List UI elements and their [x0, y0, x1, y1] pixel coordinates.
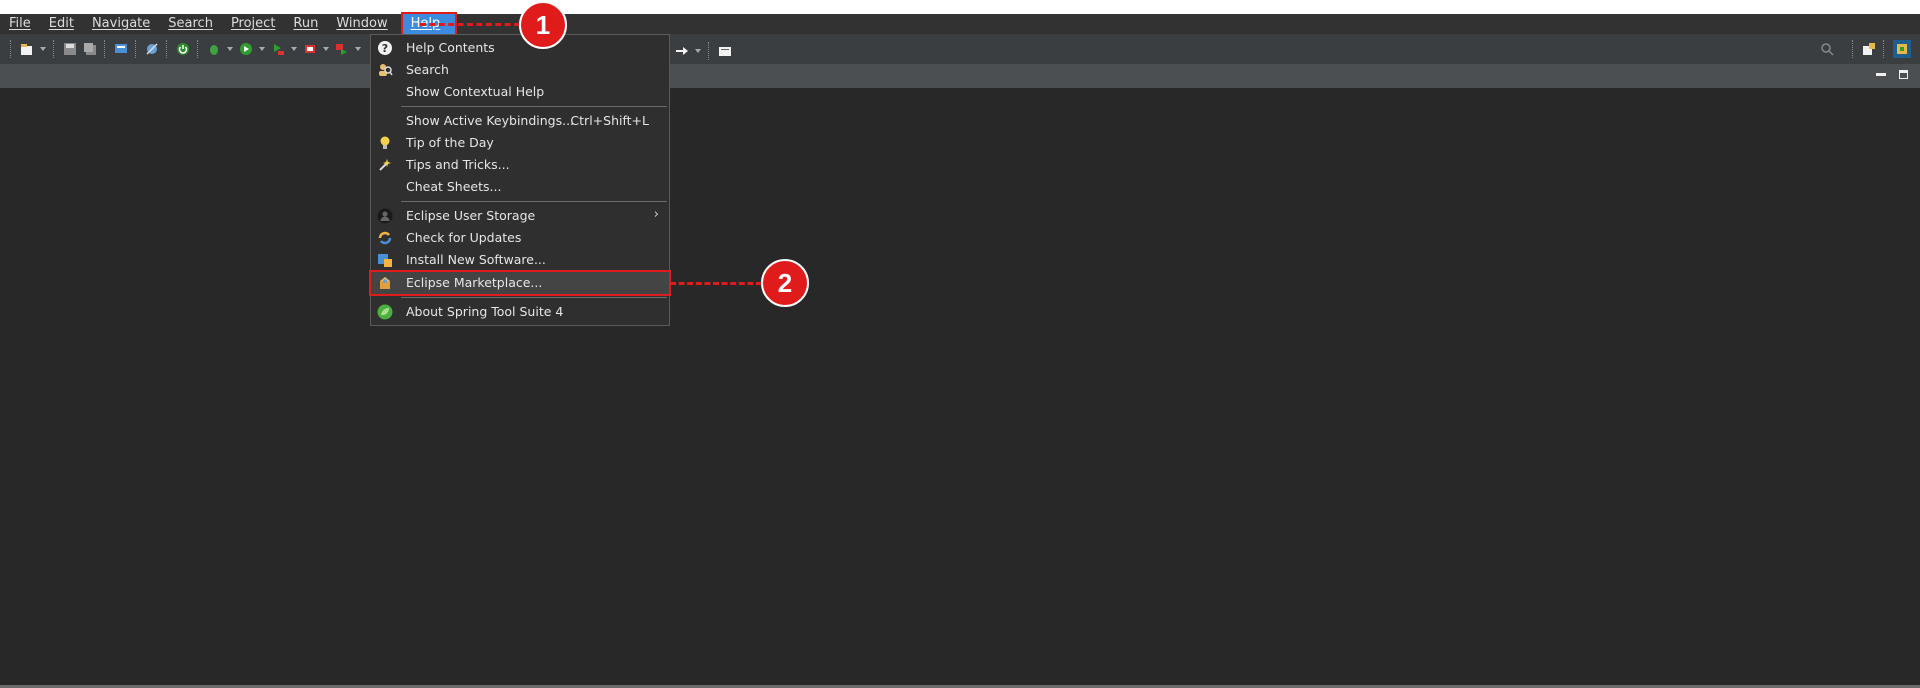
menu-item-tips-and-tricks[interactable]: Tips and Tricks...	[371, 154, 669, 176]
new-icon[interactable]	[20, 42, 34, 56]
menu-bar: File Edit Navigate Search Project Run Wi…	[0, 12, 1920, 36]
menu-item-eclipse-marketplace[interactable]: Eclipse Marketplace...	[369, 270, 671, 296]
spring-perspective-icon[interactable]	[1893, 40, 1911, 58]
editor-area-header	[0, 64, 1920, 88]
toolbar-separator	[1883, 40, 1886, 58]
menu-run[interactable]: Run	[284, 14, 327, 34]
search-icon[interactable]	[1820, 42, 1834, 56]
menu-item-about-spring-tool-suite[interactable]: About Spring Tool Suite 4	[371, 301, 669, 323]
help-icon: ?	[378, 41, 392, 55]
lightbulb-icon	[380, 136, 390, 149]
toolbar-separator	[708, 42, 711, 60]
update-icon	[378, 231, 392, 245]
search-people-icon	[379, 64, 393, 76]
svg-text:?: ?	[382, 42, 388, 55]
chevron-down-icon[interactable]	[355, 47, 361, 51]
toolbar-separator	[197, 40, 200, 58]
open-perspective-icon[interactable]	[718, 44, 732, 58]
menu-item-check-for-updates[interactable]: Check for Updates	[371, 227, 669, 249]
minimize-icon[interactable]	[1876, 73, 1886, 76]
main-toolbar	[0, 34, 1920, 64]
menu-item-search[interactable]: Search	[371, 59, 669, 81]
save-all-icon[interactable]	[83, 42, 97, 56]
relaunch-icon[interactable]	[335, 42, 349, 56]
toolbar-separator	[10, 40, 13, 58]
menu-edit[interactable]: Edit	[40, 14, 83, 34]
menu-search[interactable]: Search	[159, 14, 222, 34]
chevron-down-icon[interactable]	[695, 49, 701, 53]
run-external-icon[interactable]	[271, 42, 285, 56]
menu-item-eclipse-user-storage[interactable]: Eclipse User Storage ›	[371, 205, 669, 227]
maximize-icon[interactable]	[1899, 70, 1908, 79]
toolbar-separator	[104, 40, 107, 58]
toolbar-separator	[166, 40, 169, 58]
boot-dashboard-icon[interactable]	[176, 42, 190, 56]
menu-file[interactable]: File	[0, 14, 40, 34]
menu-item-install-new-software[interactable]: Install New Software...	[371, 249, 669, 271]
menu-navigate[interactable]: Navigate	[83, 14, 159, 34]
run-icon[interactable]	[239, 42, 253, 56]
toolbar-separator	[1852, 40, 1855, 58]
menu-window[interactable]: Window	[327, 14, 396, 34]
menu-separator	[401, 106, 667, 107]
console-icon[interactable]	[114, 42, 128, 56]
debug-icon[interactable]	[207, 42, 221, 56]
menu-project[interactable]: Project	[222, 14, 284, 34]
tips-icon	[379, 159, 391, 171]
menu-item-cheat-sheets[interactable]: Cheat Sheets...	[371, 176, 669, 198]
menu-separator	[401, 201, 667, 202]
shortcut-label: Ctrl+Shift+L	[570, 113, 649, 128]
stop-icon[interactable]	[303, 42, 317, 56]
chevron-down-icon[interactable]	[259, 47, 265, 51]
window-top-strip	[0, 0, 1920, 14]
menu-item-show-contextual-help[interactable]: Show Contextual Help	[371, 81, 669, 103]
chevron-down-icon[interactable]	[40, 47, 46, 51]
callout-line-2	[670, 282, 762, 285]
menu-separator	[401, 297, 667, 298]
toolbar-separator	[135, 40, 138, 58]
menu-item-tip-of-the-day[interactable]: Tip of the Day	[371, 132, 669, 154]
menu-item-help-contents[interactable]: ? Help Contents	[371, 37, 669, 59]
toolbar-separator	[53, 40, 56, 58]
callout-badge-1: 1	[519, 1, 567, 49]
chevron-down-icon[interactable]	[323, 47, 329, 51]
menu-item-show-active-keybindings[interactable]: Show Active Keybindings... Ctrl+Shift+L	[371, 110, 669, 132]
user-icon	[377, 208, 393, 224]
chevron-down-icon[interactable]	[227, 47, 233, 51]
submenu-arrow-icon: ›	[653, 207, 659, 222]
marketplace-icon	[380, 277, 390, 289]
skip-breakpoints-icon[interactable]	[145, 42, 159, 56]
callout-badge-2: 2	[761, 259, 809, 307]
save-icon[interactable]	[63, 42, 77, 56]
perspective-icon[interactable]	[1862, 42, 1876, 56]
forward-arrow-icon[interactable]	[675, 44, 689, 58]
chevron-down-icon[interactable]	[291, 47, 297, 51]
callout-line-1	[420, 23, 520, 26]
help-dropdown-menu: ? Help Contents Search Show Contextual H…	[369, 34, 671, 326]
install-icon	[378, 254, 392, 267]
spring-leaf-icon	[377, 304, 393, 320]
